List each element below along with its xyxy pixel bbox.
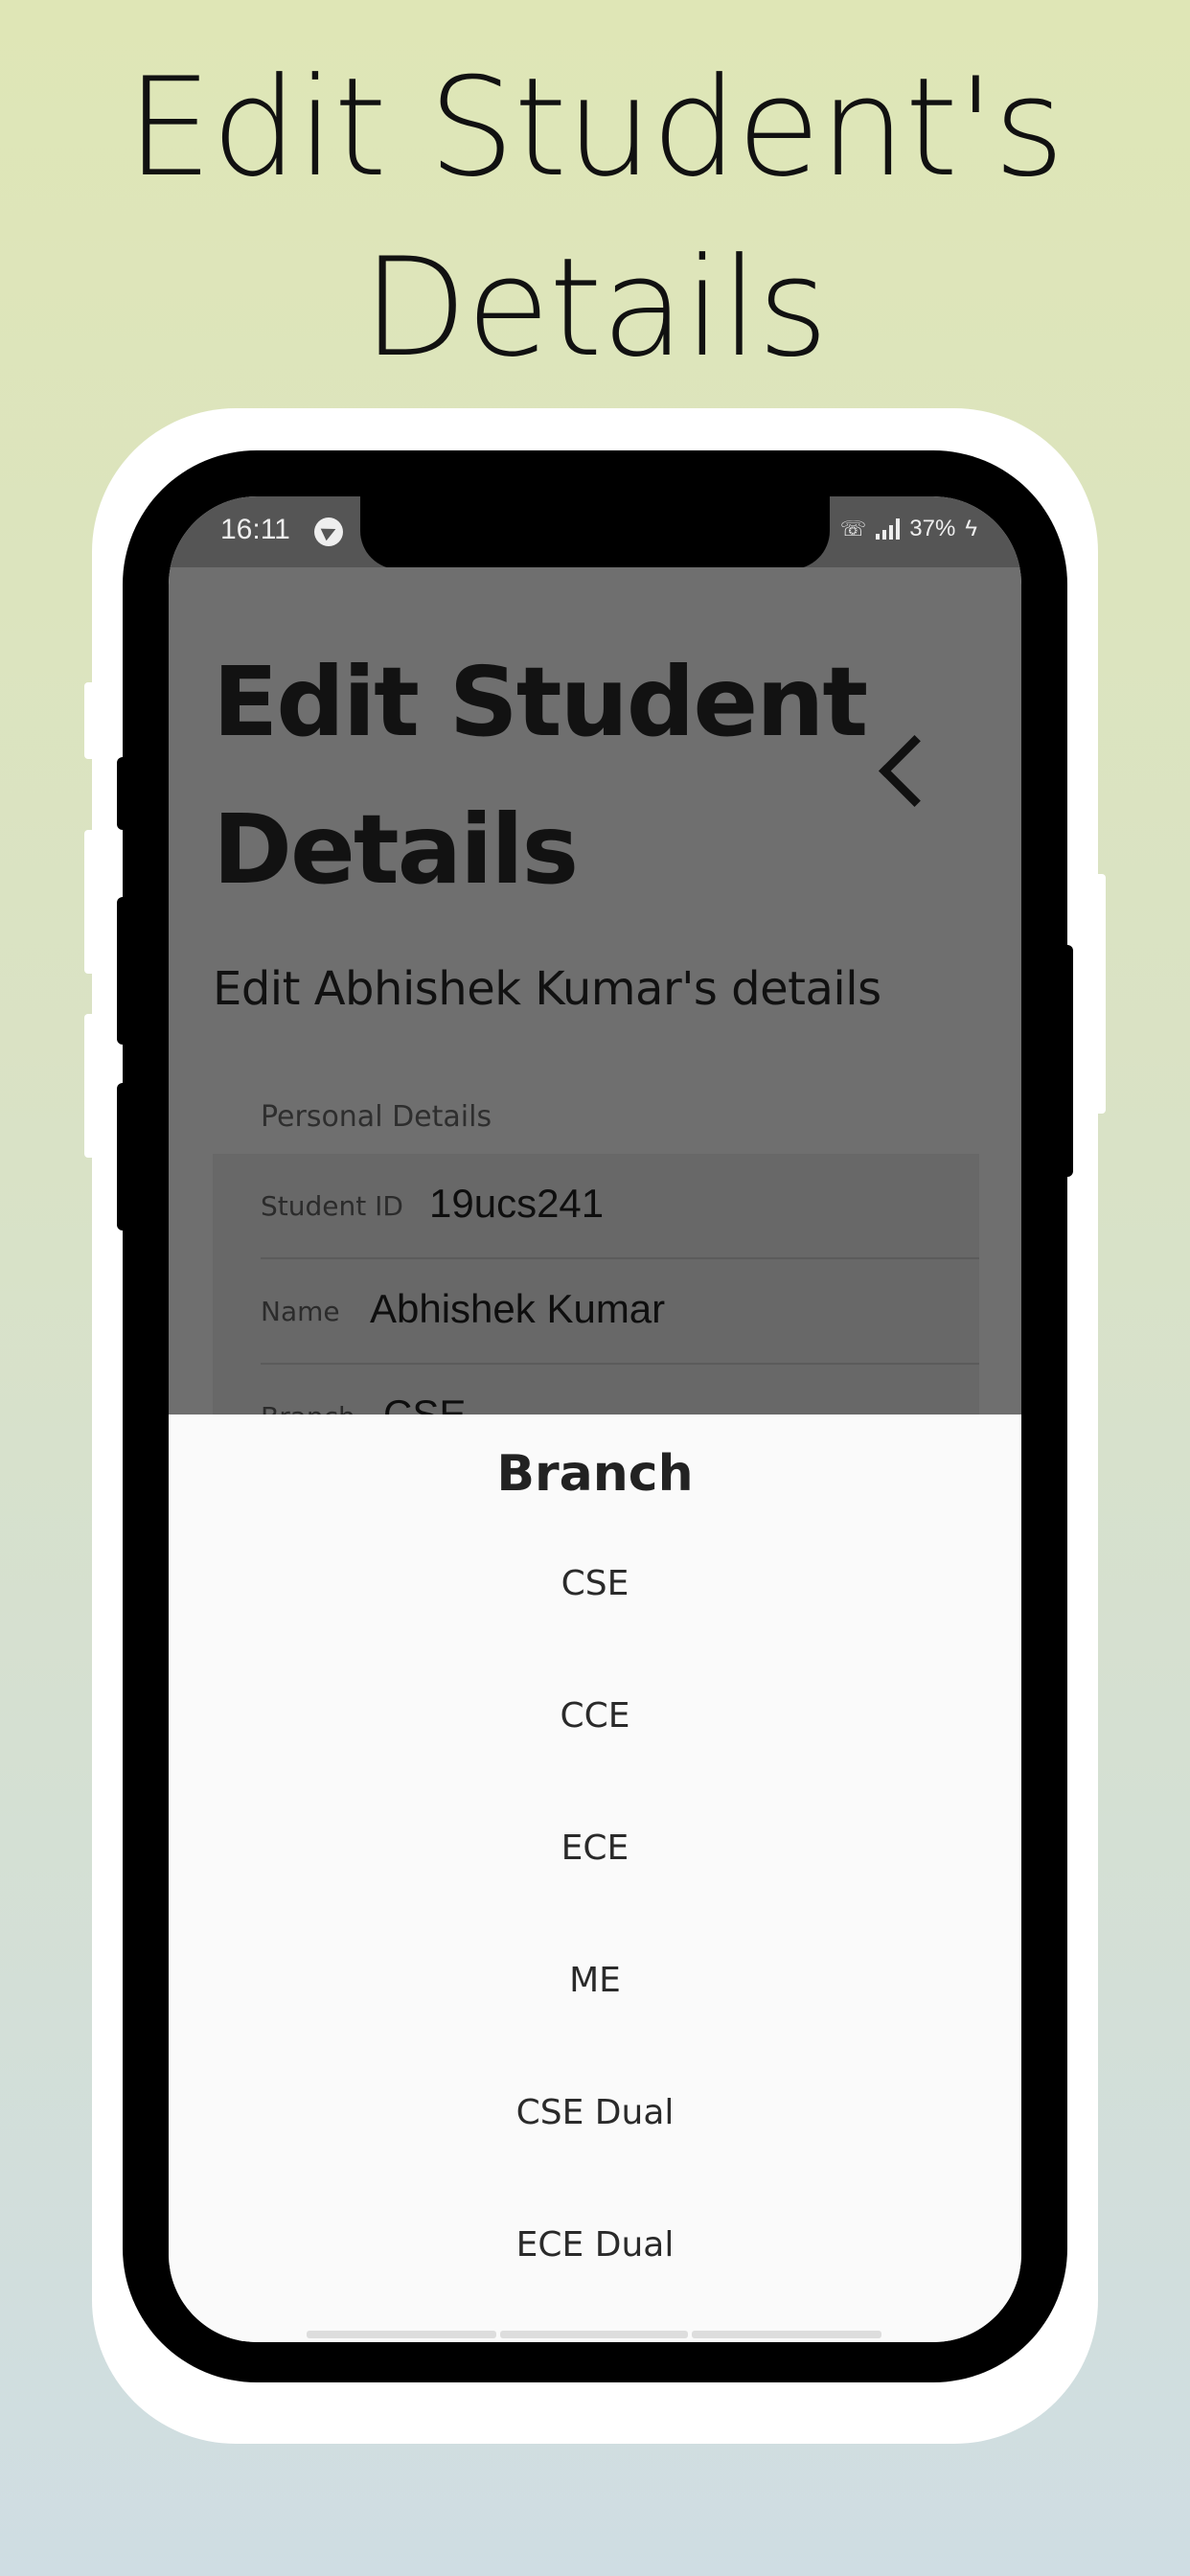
field-value: 19ucs241 (429, 1181, 605, 1226)
battery-level: 37% (909, 516, 956, 541)
phone-side-button (1092, 874, 1106, 1114)
chevron-left-icon[interactable] (879, 735, 950, 807)
field-label: Name (261, 1296, 340, 1327)
field-row-name[interactable]: Name Abhishek Kumar (261, 1259, 979, 1365)
telegram-icon (314, 518, 343, 546)
edit-details-page: Edit Student Details Edit Abhishek Kumar… (169, 567, 1021, 1480)
phone-side-button (84, 682, 98, 759)
promo-title-line2: Details (362, 229, 828, 387)
promo-title: Edit Student's Details (0, 38, 1190, 399)
volume-button (117, 1083, 128, 1230)
branch-option[interactable]: CCE (169, 1650, 1021, 1782)
home-indicator (692, 2331, 881, 2338)
sheet-title: Branch (496, 1445, 694, 1503)
field-row-student-id[interactable]: Student ID 19ucs241 (261, 1154, 979, 1259)
home-indicator (307, 2331, 496, 2338)
branch-option[interactable]: ECE Dual (169, 2179, 1021, 2312)
volume-button (117, 757, 128, 830)
volume-button (117, 897, 128, 1045)
branch-option[interactable]: CSE (169, 1518, 1021, 1650)
page-subtitle: Edit Abhishek Kumar's details (213, 962, 881, 1016)
promo-title-line1: Edit Student's (126, 49, 1064, 207)
wifi-call-icon: ☏ (839, 517, 867, 540)
field-label: Student ID (261, 1190, 403, 1222)
phone-side-button (84, 1014, 98, 1158)
page-title-line2: Details (213, 794, 579, 906)
home-indicator (500, 2331, 688, 2338)
branch-option[interactable]: CSE Dual (169, 2047, 1021, 2179)
status-right: ☏ 37% ϟ (840, 516, 977, 542)
branch-picker-sheet: Branch CSE CCE ECE ME CSE Dual ECE Dual (169, 1414, 1021, 2342)
field-value: Abhishek Kumar (370, 1286, 666, 1331)
page-title-line1: Edit Student (213, 646, 868, 758)
camera-notch (360, 496, 830, 569)
power-button (1062, 945, 1073, 1177)
charging-icon: ϟ (965, 516, 977, 541)
phone-screen: 16:11 ☏ 37% ϟ Edit Student Details Edit … (169, 496, 1021, 2342)
phone-side-button (84, 830, 98, 974)
status-time: 16:11 (220, 514, 290, 545)
branch-option[interactable]: ME (169, 1915, 1021, 2047)
signal-icon (876, 518, 901, 540)
section-label: Personal Details (261, 1100, 492, 1134)
page-title: Edit Student Details (213, 629, 883, 924)
branch-option[interactable]: ECE (169, 1782, 1021, 1915)
